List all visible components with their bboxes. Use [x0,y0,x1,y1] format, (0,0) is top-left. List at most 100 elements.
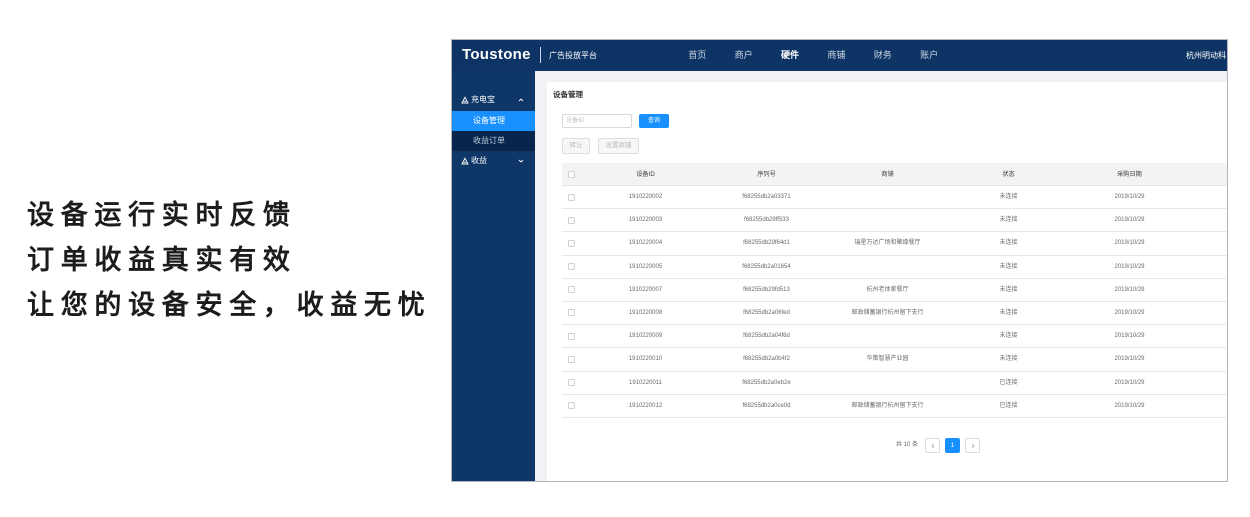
cell-status: 未连接 [999,217,1018,224]
column-header-device-id[interactable]: 设备ID [585,163,706,185]
cell-device-id: 1910220003 [628,217,663,224]
cell-status: 未连接 [999,309,1018,316]
table-row: 1910220011 f68255db2a0eb2e 已连接 2019/10/29 [562,372,1227,395]
cell-status: 已连接 [999,402,1018,409]
cell-device-id: 1910220008 [628,309,663,316]
nav-item-merchants[interactable]: 商户 [720,40,766,71]
cell-date: 2019/10/29 [1114,263,1145,270]
row-select-cell [562,209,585,231]
cell-shop [827,186,948,208]
cell-shop: 邮政储蓄银行杭州留下支行 [851,402,924,409]
logo: Toustone [462,46,531,63]
headline-line: 让您的设备安全，收益无忧 [27,290,432,320]
row-checkbox[interactable] [568,216,575,224]
headline-line: 设备运行实时反馈 [27,200,297,230]
row-checkbox[interactable] [568,379,575,386]
cell-date: 2019/10/29 [1114,309,1145,316]
logo-divider [540,47,541,63]
row-select-cell [562,348,585,370]
power-bank-icon [461,96,469,104]
income-icon [461,157,469,165]
top-bar: Toustone 广告投放平台 首页 商户 硬件 商铺 财务 账户 杭州明动科 [452,40,1227,71]
set-shop-button[interactable]: 设置商铺 [598,138,639,154]
row-checkbox[interactable] [568,239,575,247]
cell-device-id: 1910220010 [628,356,663,363]
column-header-status[interactable]: 状态 [948,163,1069,185]
top-nav: 首页 商户 硬件 商铺 财务 账户 [674,40,952,71]
nav-item-account[interactable]: 账户 [906,40,952,71]
cell-device-id: 1910220011 [629,379,662,386]
select-all-cell [562,163,585,185]
row-select-cell [562,279,585,301]
cell-device-id: 1910220009 [628,333,663,340]
nav-item-home[interactable]: 首页 [674,40,720,71]
sidebar-item-income-orders[interactable]: 收益订单 [452,131,535,151]
row-checkbox[interactable] [568,286,575,294]
cell-status: 未连接 [999,194,1018,200]
cell-shop [827,325,948,347]
table-row: 1910220008 f68255db2a06fed 邮政储蓄银行杭州留下支行 未连接… [562,302,1227,326]
sidebar-group-label: 收益 [471,156,487,165]
row-checkbox[interactable] [568,402,575,410]
chevron-up-icon [518,97,524,103]
company-name[interactable]: 杭州明动科 [1186,50,1226,61]
row-select-cell [562,186,585,208]
row-checkbox[interactable] [568,332,575,340]
nav-item-finance[interactable]: 财务 [860,40,906,71]
column-header-shop[interactable]: 商铺 [827,163,948,185]
nav-item-shops[interactable]: 商铺 [813,40,859,71]
cell-date: 2019/10/29 [1114,333,1145,340]
cell-serial: f68255db2a03371 [742,194,791,200]
cell-status: 未连接 [999,263,1018,270]
app-window: Toustone 广告投放平台 首页 商户 硬件 商铺 财务 账户 杭州明动科 … [451,39,1228,482]
cell-date: 2019/10/29 [1114,194,1145,200]
sidebar-item-label: 收益订单 [473,136,505,145]
cell-device-id: 1910220002 [628,194,663,200]
sidebar-group-label: 充电宝 [471,95,495,104]
cell-shop: 华策智慧产业园 [866,356,909,363]
cell-serial: f68255db29ff533 [744,217,789,224]
pagination-page-button[interactable]: 1 [945,438,960,453]
cell-shop: 瑞星万达广场和聚缘餐厅 [854,240,921,247]
sidebar-item-label: 设备管理 [473,116,505,125]
headline: 设备运行实时反馈 订单收益真实有效 让您的设备安全，收益无忧 [27,193,431,328]
pagination-prev-button[interactable] [925,438,940,453]
column-header-serial[interactable]: 序列号 [706,163,827,185]
cell-overflow [1190,279,1227,301]
cell-overflow [1190,186,1227,208]
row-checkbox[interactable] [568,355,575,363]
table-header: 设备ID 序列号 商铺 状态 采购日期 [562,163,1227,186]
cell-serial: f68255db2a06fed [743,309,790,316]
platform-name: 广告投放平台 [549,51,597,60]
device-id-search-input[interactable] [562,114,632,128]
cell-date: 2019/10/29 [1114,402,1145,409]
table-row: 1910220002 f68255db2a03371 未连接 2019/10/29 [562,186,1227,210]
content-card: 设备管理 查询 转让 设置商铺 设备ID 序列号 商铺 状态 采购日期 1910… [547,82,1227,481]
chevron-down-icon [518,158,524,164]
sidebar-group-income[interactable]: 收益 [452,151,535,171]
transfer-button[interactable]: 转让 [562,138,590,154]
chevron-left-icon [930,443,934,448]
row-select-cell [562,256,585,278]
select-all-checkbox[interactable] [568,170,575,178]
nav-item-hardware[interactable]: 硬件 [767,40,813,71]
cell-date: 2019/10/29 [1114,217,1145,224]
row-select-cell [562,232,585,254]
row-checkbox[interactable] [568,309,575,317]
cell-date: 2019/10/29 [1114,240,1145,247]
row-checkbox[interactable] [568,263,575,271]
table-row: 1910220010 f68255db2a0b4f2 华策智慧产业园 未连接 2019/… [562,348,1227,372]
sidebar-item-device-management[interactable]: 设备管理 [452,111,535,131]
query-button[interactable]: 查询 [639,114,669,128]
cell-date: 2019/10/29 [1114,356,1145,363]
row-checkbox[interactable] [568,193,575,201]
cell-overflow [1190,372,1227,394]
sidebar-group-power-bank[interactable]: 充电宝 [452,90,535,110]
pagination-next-button[interactable] [965,438,980,453]
table-row: 1910220012 f68255db2a0ce0d 邮政储蓄银行杭州留下支行 已连接… [562,395,1227,418]
column-header-date[interactable]: 采购日期 [1069,163,1190,185]
cell-shop [827,372,948,394]
cell-shop [827,209,948,231]
device-table: 设备ID 序列号 商铺 状态 采购日期 1910220002 f68255db2a… [562,163,1227,418]
table-row: 1910220005 f68255db2a01654 未连接 2019/10/29 [562,256,1227,279]
